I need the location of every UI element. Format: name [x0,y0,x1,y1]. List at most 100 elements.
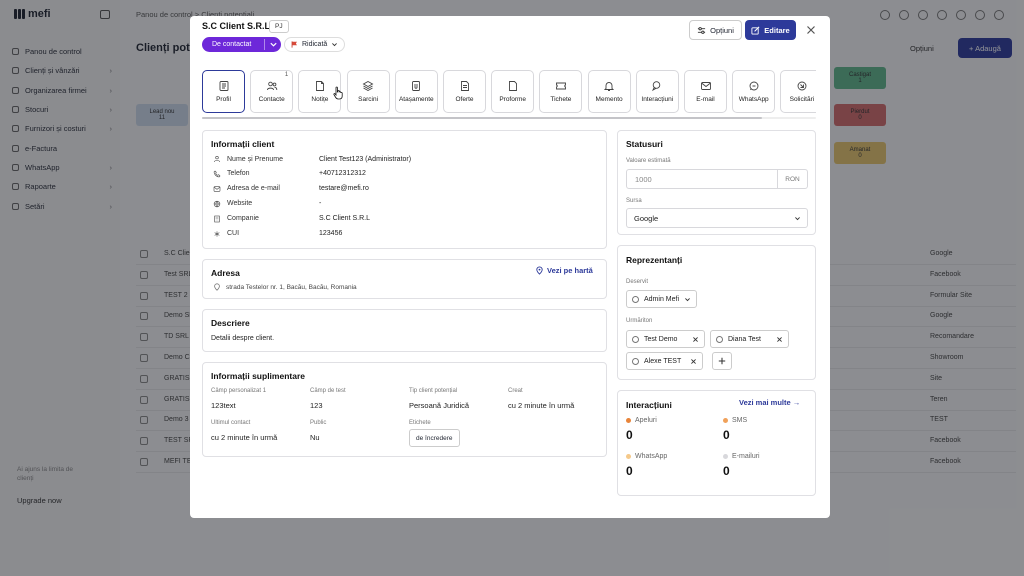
tab-request[interactable]: Solicitări [780,70,816,113]
info-value: Client Test123 (Administrator) [319,155,412,163]
view-more-label: Vezi mai multe [739,398,791,407]
info-value: S.C Client S.R.L [319,215,370,223]
owner-name: Admin Mefi [644,295,680,303]
options-button[interactable]: Opțiuni [689,20,742,40]
tabs-scrollbar[interactable] [202,117,816,119]
tab-label: WhatsApp [738,96,769,103]
source-value: Google [634,213,659,223]
representatives-card: Reprezentanți Deservit Admin Mefi Urmări… [617,245,816,380]
info-value: +40712312312 [319,170,366,178]
mouse-cursor-icon [333,86,343,100]
mail-icon [213,185,221,193]
stat-label-row: WhatsApp [626,453,667,460]
add-follower-button[interactable] [712,352,732,370]
client-info-card: Informații client Nume și Prenume Client … [202,130,607,249]
remove-icon[interactable] [776,336,783,343]
address-title: Adresa [211,268,240,278]
tab-document[interactable]: Oferte [443,70,486,113]
view-more-link[interactable]: Vezi mai multe → [739,398,800,407]
tag-chip[interactable]: de încredere [409,429,460,447]
priority-dropdown[interactable]: Ridicată [284,37,346,52]
remove-icon[interactable] [690,358,697,365]
description-value: Detalii despre client. [211,335,275,342]
description-title: Descriere [211,318,250,328]
layers-icon [362,80,374,92]
source-select[interactable]: Google [626,208,808,228]
client-modal: S.C Client S.R.L PJ De contactat Ridicat… [190,16,830,518]
status-dot [723,454,728,459]
building-icon [213,215,221,223]
attachment-icon [410,80,422,92]
field-value: cu 2 minute în urmă [211,433,278,442]
source-label: Sursa [626,198,642,204]
description-card: Descriere Detalii despre client. [202,309,607,352]
statuses-title: Statusuri [626,139,663,149]
view-map-link[interactable]: Vezi pe hartă [535,266,593,275]
interactions-card: Interacțiuni Vezi mai multe → Apeluri 0 SM… [617,390,816,496]
document-icon [459,80,471,92]
tab-file[interactable]: Proforme [491,70,535,113]
field-label: Creat [508,388,523,394]
remove-icon[interactable] [692,336,699,343]
field-label: Etichete [409,420,431,426]
info-row: Nume și Prenume Client Test123 (Administr… [213,153,411,165]
map-pin-icon [214,283,220,291]
tab-label: Sarcini [358,96,379,103]
tab-contacts[interactable]: Contacte 1 [250,70,294,113]
owner-select[interactable]: Admin Mefi [626,290,698,308]
tab-whatsapp[interactable]: WhatsApp [732,70,776,113]
close-button[interactable] [804,23,818,37]
estimated-value-placeholder: 1000 [635,174,652,184]
follower-name: Diana Test [728,335,761,343]
stat-label-row: E-mailuri [723,453,760,460]
sliders-icon [698,26,706,34]
stat-label: Apeluri [635,417,657,424]
tab-label: Atașamente [398,96,434,103]
info-key: Companie [227,215,259,223]
follower-chip[interactable]: Diana Test [710,330,789,348]
tab-count-badge: 1 [284,72,289,78]
follower-chip[interactable]: Alexe TEST [626,352,704,370]
stat-label: E-mailuri [732,453,760,460]
stat-label: WhatsApp [635,453,668,460]
tab-mail[interactable]: E-mail [684,70,727,113]
tab-label: Oferte [455,96,474,103]
extra-info-card: Informații suplimentare Câmp personaliza… [202,362,607,457]
interaction-stat: Apeluri 0 [626,417,657,442]
field-label: Ultimul contact [211,420,251,426]
estimated-value-input[interactable]: 1000 RON [626,169,808,189]
statuses-card: Statusuri Valoare estimată 1000 RON Surs… [617,130,816,235]
field-value: cu 2 minute în urmă [508,401,575,410]
status-dropdown[interactable]: De contactat [202,37,281,52]
status-dot [626,454,631,459]
tab-profile[interactable]: Profil [202,70,245,113]
plus-icon [718,357,726,365]
modal-title: S.C Client S.R.L [202,21,271,31]
address-row: strada Testelor nr. 1, Bacău, Bacău, Rom… [213,283,357,291]
tab-label: Tichete [550,96,572,103]
stat-label-row: Apeluri [626,417,657,424]
field-label: Câmp de test [310,388,346,394]
field-label: Public [310,420,327,426]
view-map-label: Vezi pe hartă [547,266,593,275]
whatsapp-icon [748,80,760,92]
tab-label: E-mail [696,96,715,103]
representatives-title: Reprezentanți [626,255,683,265]
chevron-down-icon [332,43,338,47]
priority-label: Ridicată [302,41,328,48]
tab-ticket[interactable]: Tichete [539,70,583,113]
tab-attachment[interactable]: Atașamente [394,70,438,113]
tab-layers[interactable]: Sarcini [346,70,390,113]
extra-info-title: Informații suplimentare [211,371,305,381]
follower-chip[interactable]: Test Demo [626,330,706,348]
tab-bell[interactable]: Memento [587,70,631,113]
address-card: Adresa Vezi pe hartă strada Testelor nr.… [202,259,607,299]
edit-button[interactable]: Editare [745,20,796,40]
info-value: 123456 [319,230,343,237]
tab-chat[interactable]: Interacțiuni [635,70,679,113]
status-dot [626,418,631,423]
contacts-icon [266,80,278,92]
user-icon [632,335,639,343]
options-label: Opțiuni [710,25,734,35]
flag-icon [291,41,297,48]
